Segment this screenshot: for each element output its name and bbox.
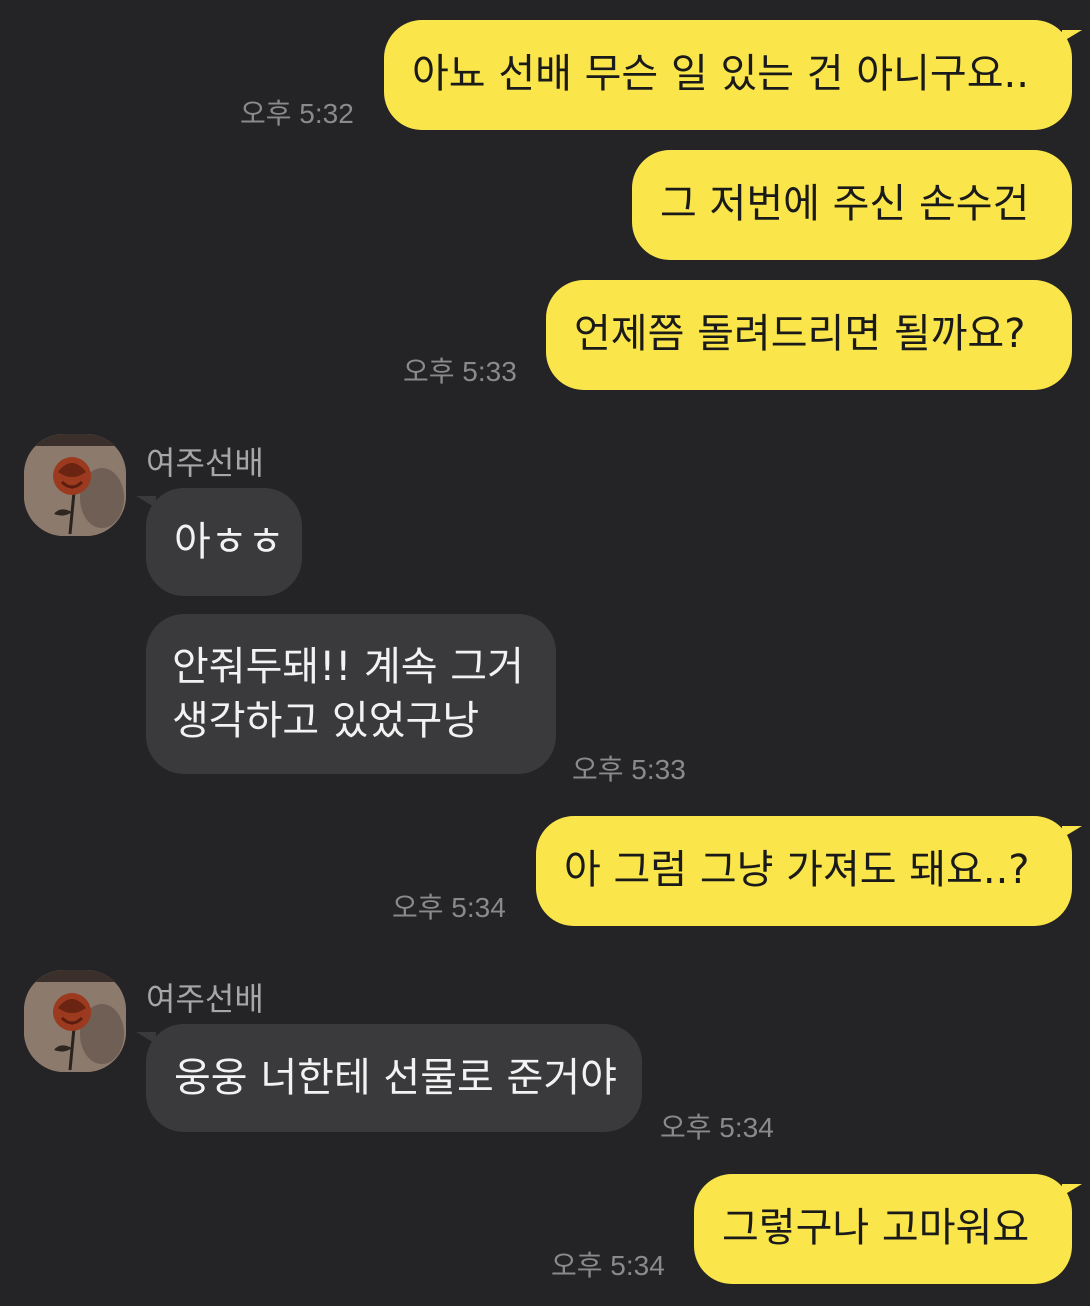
bubble-tail <box>136 496 156 508</box>
message-timestamp: 오후 5:34 <box>392 892 506 923</box>
sender-avatar[interactable] <box>24 434 126 536</box>
bubble-tail <box>136 1032 156 1044</box>
message-line: 안줘두돼!! 계속 그거 <box>172 644 524 690</box>
outgoing-message-bubble[interactable]: 그 저번에 주신 손수건 <box>632 150 1072 260</box>
outgoing-message-bubble[interactable]: 아뇨 선배 무슨 일 있는 건 아니구요.. <box>384 20 1072 130</box>
message-timestamp: 오후 5:34 <box>551 1250 665 1281</box>
rose-avatar-icon <box>24 970 126 1072</box>
chat-thread: 아뇨 선배 무슨 일 있는 건 아니구요.. 오후 5:32 그 저번에 주신 … <box>0 0 1090 1306</box>
bubble-tail <box>1062 826 1082 838</box>
message-line: 생각하고 있었구낭 <box>172 698 480 744</box>
outgoing-message-bubble[interactable]: 그렇구나 고마워요 <box>694 1174 1072 1284</box>
sender-name: 여주선배 <box>146 980 264 1018</box>
incoming-message-bubble[interactable]: 안줘두돼!! 계속 그거 생각하고 있었구낭 <box>146 614 556 774</box>
message-timestamp: 오후 5:33 <box>572 754 686 785</box>
bubble-tail <box>1062 1184 1082 1196</box>
message-timestamp: 오후 5:32 <box>240 98 354 129</box>
sender-name: 여주선배 <box>146 444 264 482</box>
outgoing-message-bubble[interactable]: 언제쯤 돌려드리면 될까요? <box>546 280 1072 390</box>
incoming-message-bubble[interactable]: 웅웅 너한테 선물로 준거야 <box>146 1024 642 1132</box>
sender-avatar[interactable] <box>24 970 126 1072</box>
incoming-message-bubble[interactable]: 아ㅎㅎ <box>146 488 302 596</box>
outgoing-message-bubble[interactable]: 아 그럼 그냥 가져도 돼요..? <box>536 816 1072 926</box>
bubble-tail <box>1062 30 1082 42</box>
message-timestamp: 오후 5:33 <box>403 356 517 387</box>
message-timestamp: 오후 5:34 <box>660 1112 774 1143</box>
rose-avatar-icon <box>24 434 126 536</box>
